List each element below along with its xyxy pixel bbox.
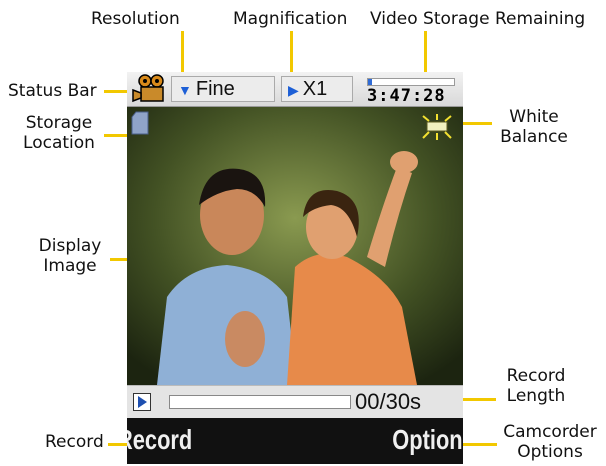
leader-video-storage <box>424 31 427 75</box>
callout-camcorder-options-line2: Options <box>517 442 583 462</box>
callout-magnification: Magnification <box>233 9 348 29</box>
storage-remaining-fill <box>368 79 373 85</box>
callout-white-balance: White Balance <box>494 107 574 147</box>
record-bar: 00/30s <box>127 385 463 418</box>
memory-card-icon <box>131 111 149 135</box>
callout-storage-location-line1: Storage <box>25 113 93 133</box>
callout-white-balance-line1: White <box>509 107 559 127</box>
callout-record: Record <box>45 432 104 452</box>
camcorder-screen: ▼ Fine ▶ X1 3:47:28 00/30s ecord Option <box>127 72 463 464</box>
play-icon[interactable] <box>133 393 151 411</box>
callout-status-bar: Status Bar <box>8 81 97 101</box>
options-softkey[interactable]: Options <box>393 424 463 456</box>
leader-resolution <box>181 31 184 75</box>
callout-record-length: Record Length <box>496 366 576 406</box>
callout-white-balance-line2: Balance <box>500 127 568 147</box>
status-bar: ▼ Fine ▶ X1 3:47:28 <box>127 72 463 107</box>
display-image <box>127 107 463 385</box>
callout-camcorder-options-line1: Camcorder <box>503 422 597 442</box>
callout-display-image-line1: Display <box>38 236 102 256</box>
callout-resolution: Resolution <box>91 9 180 29</box>
record-softkey[interactable]: Record <box>127 424 192 456</box>
callout-display-image-line2: Image <box>43 256 97 276</box>
magnification-value: X1 <box>302 78 328 100</box>
preview-photo <box>127 107 463 385</box>
softkey-bar: Record Options <box>127 418 463 464</box>
callout-record-length-line2: Length <box>506 386 566 406</box>
white-balance-icon <box>419 112 455 142</box>
record-progress-bar <box>169 395 351 409</box>
storage-remaining-time: 3:47:28 <box>367 86 446 106</box>
storage-remaining-bar <box>367 78 455 86</box>
play-triangle-icon: ▶ <box>288 82 299 98</box>
callout-video-storage: Video Storage Remaining <box>370 9 586 29</box>
resolution-value: Fine <box>195 78 235 100</box>
callout-display-image: Display Image <box>30 236 110 276</box>
leader-magnification <box>290 31 293 75</box>
resolution-selector[interactable]: ▼ Fine <box>171 76 275 102</box>
magnification-selector[interactable]: ▶ X1 <box>281 76 353 102</box>
dropdown-triangle-icon: ▼ <box>178 82 192 98</box>
video-storage-remaining: 3:47:28 <box>359 76 459 106</box>
callout-storage-location-line2: Location <box>23 133 95 153</box>
callout-record-length-line1: Record <box>506 366 566 386</box>
camcorder-icon <box>131 74 169 104</box>
callout-storage-location: Storage Location <box>14 113 104 153</box>
callout-camcorder-options: Camcorder Options <box>498 422 602 462</box>
record-length: 00/30s <box>355 389 422 414</box>
